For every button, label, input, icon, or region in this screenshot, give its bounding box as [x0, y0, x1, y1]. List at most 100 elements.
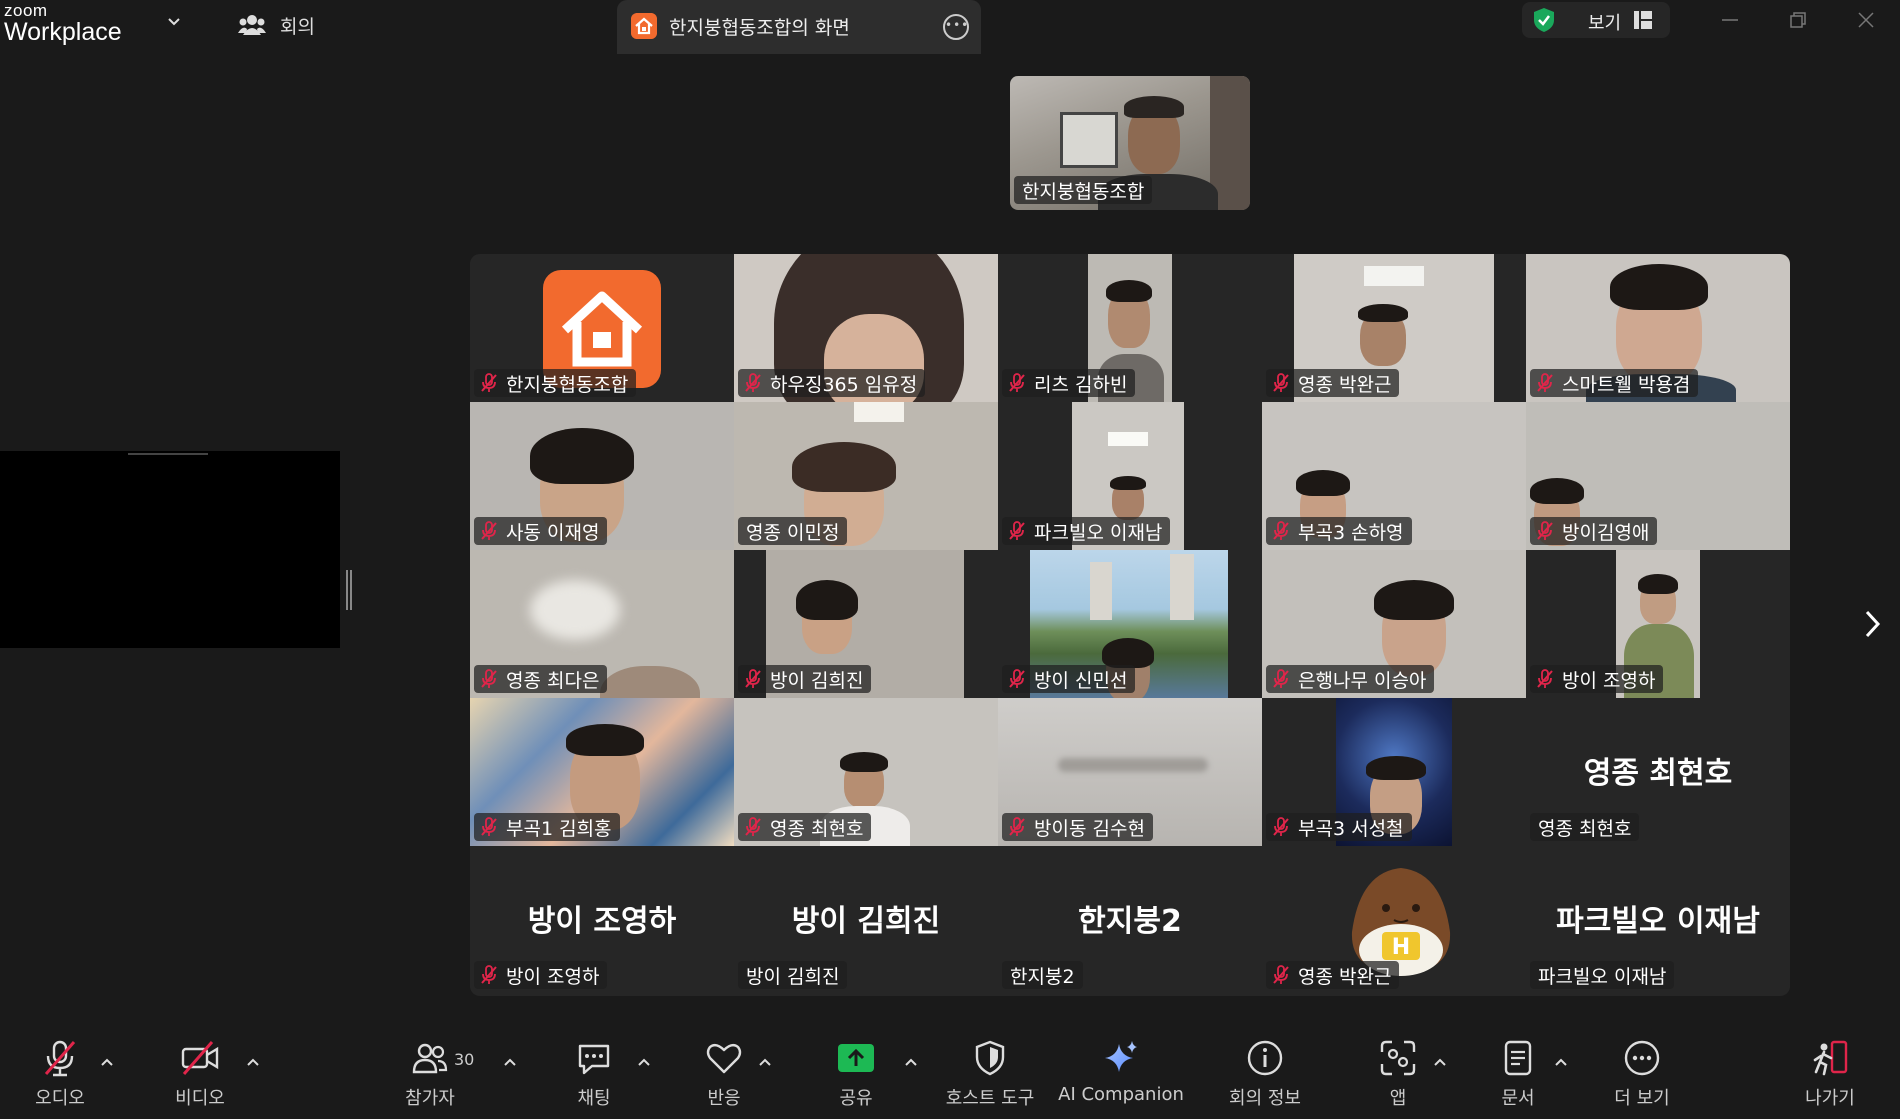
- meeting-tab-label: 회의: [280, 15, 315, 38]
- participant-name-label: 영종 박완근: [1266, 369, 1400, 397]
- meeting-info-button[interactable]: 회의 정보: [1220, 1038, 1310, 1110]
- audio-button[interactable]: 오디오: [28, 1038, 92, 1110]
- participant-big-name: 파크빌오 이재남: [1556, 904, 1760, 939]
- document-icon: [1504, 1040, 1532, 1076]
- participant-name-label: 한지붕협동조합: [474, 369, 637, 397]
- reactions-options-caret-icon[interactable]: [757, 1056, 773, 1068]
- muted-mic-icon: [1273, 373, 1289, 392]
- participant-name: 스마트웰 박용겸: [1562, 373, 1691, 396]
- participant-name-label: 한지붕2: [1002, 961, 1083, 989]
- share-button[interactable]: 공유: [824, 1038, 888, 1110]
- more-label: 더 보기: [1614, 1088, 1670, 1109]
- participant-name: 파크빌오 이재남: [1538, 965, 1667, 988]
- participant-name-label: 파크빌오 이재남: [1002, 517, 1171, 545]
- participants-options-caret-icon[interactable]: [502, 1056, 518, 1068]
- ai-companion-button[interactable]: AI Companion: [1058, 1038, 1184, 1105]
- participant-big-name: 방이 김희진: [791, 904, 941, 939]
- gallery-view-icon: [1634, 11, 1652, 29]
- participant-name: 부곡3 서성철: [1298, 817, 1404, 840]
- participant-hair: [1110, 476, 1146, 490]
- ai-companion-label: AI Companion: [1058, 1084, 1184, 1105]
- participant-name: 방이 조영하: [1562, 669, 1656, 692]
- participant-name: 영종 박완근: [1298, 373, 1392, 396]
- share-screen-icon: [838, 1044, 874, 1072]
- participant-name: 은행나무 이승아: [1298, 669, 1427, 692]
- participant-name-label: 은행나무 이승아: [1266, 665, 1435, 693]
- docs-options-caret-icon[interactable]: [1553, 1056, 1569, 1068]
- resize-handle[interactable]: [346, 570, 352, 610]
- presenter-video[interactable]: 한지붕협동조합: [1010, 76, 1250, 210]
- reactions-button[interactable]: 반응: [692, 1038, 756, 1110]
- participant-name: 영종 이민정: [746, 521, 840, 544]
- leave-button[interactable]: 나가기: [1794, 1038, 1866, 1110]
- participant-name: 부곡3 손하영: [1298, 521, 1404, 544]
- participant-name-label: 영종 최다은: [474, 665, 608, 693]
- view-menu[interactable]: 보기: [1522, 2, 1670, 38]
- participant-name-label: 방이 신민선: [1002, 665, 1136, 693]
- tiny-text-line: [128, 453, 208, 455]
- participant-name: 한지붕2: [1010, 965, 1075, 988]
- audio-options-caret-icon[interactable]: [99, 1056, 115, 1068]
- presenter-name: 한지붕협동조합: [1022, 180, 1145, 203]
- share-options-caret-icon[interactable]: [903, 1056, 919, 1068]
- participant-hair: [566, 724, 644, 756]
- muted-mic-icon: [1273, 965, 1289, 984]
- chevron-right-icon[interactable]: [1862, 604, 1884, 644]
- more-button[interactable]: 더 보기: [1600, 1038, 1684, 1110]
- chat-options-caret-icon[interactable]: [636, 1056, 652, 1068]
- muted-mic-icon: [745, 373, 761, 392]
- participant-hair: [1638, 574, 1678, 594]
- secure-shield-icon[interactable]: [1530, 6, 1558, 34]
- muted-mic-icon: [481, 373, 497, 392]
- reactions-label: 반응: [707, 1088, 741, 1109]
- participant-hair: [1366, 756, 1426, 780]
- muted-mic-icon: [1273, 817, 1289, 836]
- participant-name: 하우징365 임유정: [770, 373, 918, 396]
- zoom-workplace-logo[interactable]: zoom Workplace: [4, 2, 122, 45]
- apps-button[interactable]: 앱: [1366, 1038, 1430, 1110]
- muted-mic-icon: [481, 521, 497, 540]
- restore-icon[interactable]: [1788, 10, 1808, 30]
- participants-button[interactable]: 참가자: [398, 1038, 462, 1110]
- shared-content-preview: [0, 451, 340, 648]
- participant-hair: [1106, 280, 1152, 302]
- video-button[interactable]: 비디오: [168, 1038, 232, 1110]
- participant-name-label: 영종 최현호: [738, 813, 872, 841]
- host-tools-button[interactable]: 호스트 도구: [940, 1038, 1040, 1110]
- muted-mic-icon: [481, 817, 497, 836]
- participant-name-label: 부곡3 손하영: [1266, 517, 1412, 545]
- sparkle-icon: [1105, 1041, 1137, 1072]
- background-monitor: [1060, 112, 1118, 168]
- participant-name: 방이 김희진: [770, 669, 864, 692]
- participant-name-label: 부곡1 김희홍: [474, 813, 620, 841]
- participant-big-name: 영종 최현호: [1583, 756, 1733, 791]
- participant-name-label: 파크빌오 이재남: [1530, 961, 1675, 989]
- video-options-caret-icon[interactable]: [245, 1056, 261, 1068]
- share-tab-title: 한지붕협동조합의 화면: [669, 17, 850, 39]
- participant-name-label: 방이동 김수현: [1002, 813, 1153, 841]
- participant-hair: [1530, 478, 1584, 504]
- minimize-icon[interactable]: [1720, 10, 1740, 30]
- tab-meeting[interactable]: 회의: [238, 10, 315, 40]
- participant-name: 영종 최현호: [770, 817, 864, 840]
- tab-shared-screen[interactable]: 한지붕협동조합의 화면 •••: [617, 0, 981, 54]
- participant-name: 사동 이재영: [506, 521, 600, 544]
- close-icon[interactable]: [1856, 10, 1876, 30]
- chat-button[interactable]: 채팅: [562, 1038, 626, 1110]
- participant-hair: [530, 428, 634, 484]
- docs-button[interactable]: 문서: [1486, 1038, 1550, 1110]
- apps-options-caret-icon[interactable]: [1432, 1056, 1448, 1068]
- presenter-name-label: 한지붕협동조합: [1014, 176, 1153, 204]
- video-label: 비디오: [175, 1088, 225, 1109]
- muted-microphone-icon: [44, 1040, 76, 1077]
- muted-mic-icon: [1273, 669, 1289, 688]
- participant-name-label: 방이 조영하: [1530, 665, 1664, 693]
- muted-mic-icon: [1009, 521, 1025, 540]
- host-tools-label: 호스트 도구: [945, 1088, 1035, 1109]
- participant-name: 한지붕협동조합: [506, 373, 629, 396]
- chevron-down-icon[interactable]: [166, 12, 182, 32]
- muted-mic-icon: [1009, 669, 1025, 688]
- participant-big-name: 한지붕2: [1078, 904, 1182, 939]
- more-options-icon[interactable]: •••: [943, 14, 969, 40]
- meeting-info-label: 회의 정보: [1229, 1088, 1301, 1109]
